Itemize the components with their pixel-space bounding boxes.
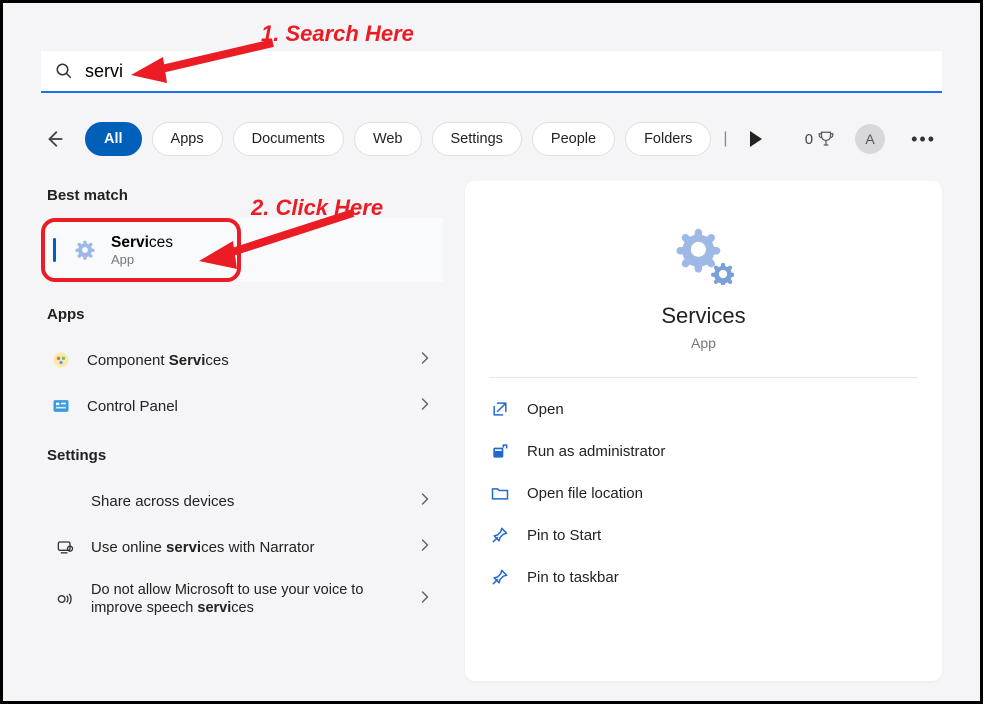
details-panel: Services App Open Run as administrator Ope… — [465, 181, 942, 681]
details-divider — [489, 377, 918, 378]
chevron-right-icon — [415, 587, 435, 612]
filter-pill-folders[interactable]: Folders — [625, 122, 711, 156]
result-label: Control Panel — [87, 398, 415, 415]
action-label: Run as administrator — [527, 443, 665, 460]
result-label: Use online services with Narrator — [91, 539, 415, 556]
result-label: Component Services — [87, 352, 415, 369]
voice-icon — [55, 589, 75, 609]
result-label: Share across devices — [91, 493, 415, 510]
points-value: 0 — [805, 131, 813, 148]
chev-icon — [415, 348, 435, 368]
action-label: Open — [527, 401, 564, 418]
chevron-right-icon — [415, 348, 435, 373]
app-result[interactable]: Control Panel — [41, 383, 443, 429]
details-subtitle: App — [489, 335, 918, 351]
best-match-header: Best match — [47, 187, 443, 204]
action-label: Pin to Start — [527, 527, 601, 544]
annotation-step1: 1. Search Here — [261, 21, 414, 47]
filter-pill-settings[interactable]: Settings — [432, 122, 522, 156]
best-match-title: Services — [111, 234, 173, 252]
filter-pill-web[interactable]: Web — [354, 122, 422, 156]
filter-overflow-indicator: | — [723, 130, 727, 148]
best-match-subtitle: App — [111, 252, 173, 267]
action-label: Open file location — [527, 485, 643, 502]
back-button[interactable] — [41, 125, 69, 153]
chevron-right-icon — [415, 394, 435, 419]
search-icon — [55, 62, 73, 80]
account-avatar[interactable]: A — [855, 124, 885, 154]
selection-indicator — [53, 238, 56, 262]
action-pin-to-start[interactable]: Pin to Start — [489, 514, 918, 556]
details-app-icon — [674, 225, 734, 285]
setting-result[interactable]: Do not allow Microsoft to use your voice… — [41, 570, 443, 628]
annotation-arrow-1 — [123, 31, 283, 87]
folder-icon — [490, 483, 510, 503]
settings-header: Settings — [47, 447, 443, 464]
filter-pill-people[interactable]: People — [532, 122, 615, 156]
action-open[interactable]: Open — [489, 388, 918, 430]
apps-header: Apps — [47, 306, 443, 323]
action-pin-to-taskbar[interactable]: Pin to taskbar — [489, 556, 918, 598]
action-run-as-administrator[interactable]: Run as administrator — [489, 430, 918, 472]
action-open-file-location[interactable]: Open file location — [489, 472, 918, 514]
annotation-step2: 2. Click Here — [251, 195, 383, 221]
setting-result[interactable]: Use online services with Narrator — [41, 524, 443, 570]
chev-icon — [415, 489, 435, 509]
services-gear-icon — [71, 236, 99, 264]
chevron-right-icon — [415, 489, 435, 514]
chevron-right-icon — [415, 535, 435, 560]
filter-bar: All Apps Documents Web Settings People Folders… — [41, 115, 942, 163]
more-options-button[interactable]: ••• — [905, 129, 942, 150]
rewards-points[interactable]: 0 — [805, 130, 835, 148]
pin-icon — [490, 525, 510, 545]
details-title: Services — [489, 303, 918, 329]
narrator-icon — [55, 537, 75, 557]
component-icon — [51, 350, 71, 370]
filter-pill-apps[interactable]: Apps — [152, 122, 223, 156]
trophy-icon — [817, 130, 835, 148]
pin-icon — [490, 567, 510, 587]
chev-icon — [415, 535, 435, 555]
play-button[interactable] — [750, 131, 762, 147]
result-label: Do not allow Microsoft to use your voice… — [91, 581, 415, 617]
app-result[interactable]: Component Services — [41, 337, 443, 383]
admin-icon — [490, 441, 510, 461]
chev-icon — [415, 394, 435, 414]
filter-pill-all[interactable]: All — [85, 122, 142, 156]
setting-result[interactable]: Share across devices — [41, 478, 443, 524]
arrow-left-icon — [44, 128, 66, 150]
control-panel-icon — [51, 396, 71, 416]
action-label: Pin to taskbar — [527, 569, 619, 586]
chev-icon — [415, 587, 435, 607]
open-icon — [490, 399, 510, 419]
filter-pill-documents[interactable]: Documents — [233, 122, 344, 156]
